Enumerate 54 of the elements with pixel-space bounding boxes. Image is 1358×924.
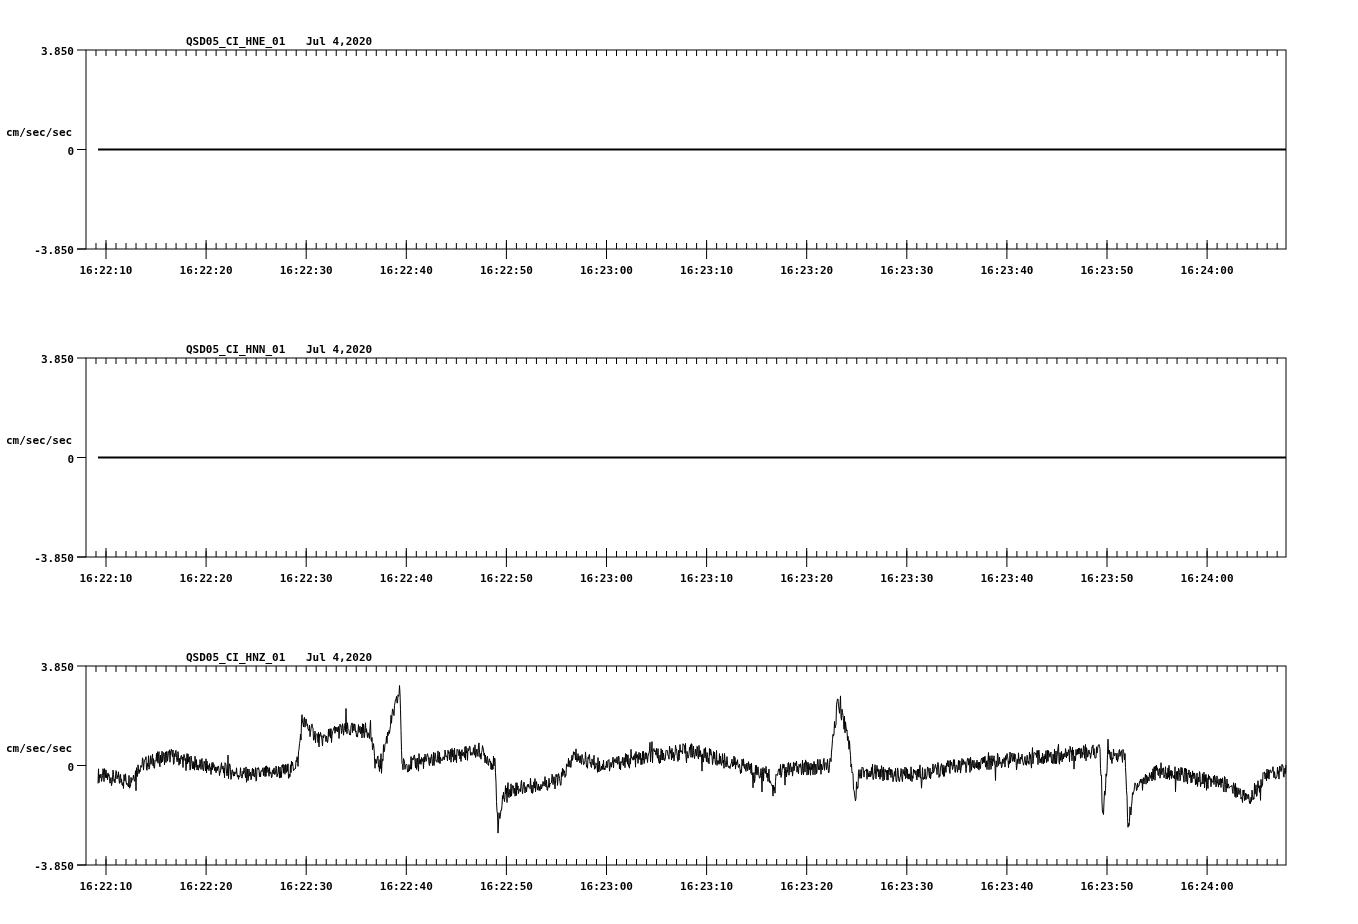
x-tick-label: 16:22:40 — [379, 572, 433, 585]
x-tick-label: 16:23:20 — [780, 264, 834, 277]
y-tick-label: 3.850 — [40, 353, 74, 366]
x-tick-label: 16:22:30 — [279, 572, 333, 585]
x-tick-label: 16:22:30 — [279, 264, 333, 277]
x-tick-label: 16:23:20 — [780, 880, 834, 893]
x-tick-label: 16:22:20 — [179, 264, 233, 277]
x-tick-label: 16:24:00 — [1180, 572, 1234, 585]
x-tick-label: 16:23:10 — [680, 880, 734, 893]
x-tick-label: 16:23:50 — [1080, 264, 1134, 277]
x-tick-label: 16:23:00 — [580, 880, 633, 893]
chart-date: Jul 4,2020 — [306, 35, 373, 48]
x-tick-label: 16:23:30 — [880, 572, 934, 585]
y-tick-label: -3.850 — [34, 552, 74, 565]
x-tick-label: 16:23:30 — [880, 264, 934, 277]
x-tick-label: 16:22:50 — [479, 572, 533, 585]
chart-date: Jul 4,2020 — [306, 343, 373, 356]
y-axis-label: cm/sec/sec — [6, 434, 73, 447]
x-tick-label: 16:22:20 — [179, 880, 233, 893]
x-tick-label: 16:23:40 — [980, 572, 1034, 585]
x-tick-label: 16:23:00 — [580, 264, 633, 277]
x-tick-label: 16:22:10 — [79, 264, 133, 277]
x-tick-label: 16:23:40 — [980, 264, 1034, 277]
x-tick-label: 16:22:40 — [379, 264, 433, 277]
x-tick-label: 16:23:40 — [980, 880, 1034, 893]
chart-title: QSD05_CI_HNE_01 — [186, 35, 286, 48]
y-axis-label: cm/sec/sec — [6, 126, 73, 139]
x-tick-label: 16:23:10 — [680, 264, 734, 277]
x-tick-label: 16:22:50 — [479, 264, 533, 277]
y-tick-label: 0 — [67, 760, 74, 774]
y-tick-label: 0 — [67, 144, 74, 158]
y-tick-label: -3.850 — [34, 860, 74, 873]
x-tick-label: 16:22:40 — [379, 880, 433, 893]
y-tick-label: 3.850 — [40, 661, 74, 674]
x-tick-label: 16:23:50 — [1080, 572, 1134, 585]
x-tick-label: 16:23:00 — [580, 572, 633, 585]
chart-date: Jul 4,2020 — [306, 651, 373, 664]
x-tick-label: 16:24:00 — [1180, 264, 1234, 277]
x-tick-label: 16:22:50 — [479, 880, 533, 893]
x-tick-label: 16:22:10 — [79, 572, 133, 585]
chart-title: QSD05_CI_HNN_01 — [186, 343, 286, 356]
y-axis-label: cm/sec/sec — [6, 742, 73, 755]
x-tick-label: 16:22:30 — [279, 880, 333, 893]
x-tick-label: 16:23:30 — [880, 880, 934, 893]
chart-title: QSD05_CI_HNZ_01 — [186, 651, 286, 664]
y-tick-label: 3.850 — [40, 45, 74, 58]
x-tick-label: 16:22:20 — [179, 572, 233, 585]
x-tick-label: 16:22:10 — [79, 880, 133, 893]
y-tick-label: 0 — [67, 452, 74, 466]
y-tick-label: -3.850 — [34, 244, 74, 257]
x-tick-label: 16:23:50 — [1080, 880, 1134, 893]
x-tick-label: 16:23:10 — [680, 572, 734, 585]
x-tick-label: 16:24:00 — [1180, 880, 1234, 893]
x-tick-label: 16:23:20 — [780, 572, 834, 585]
